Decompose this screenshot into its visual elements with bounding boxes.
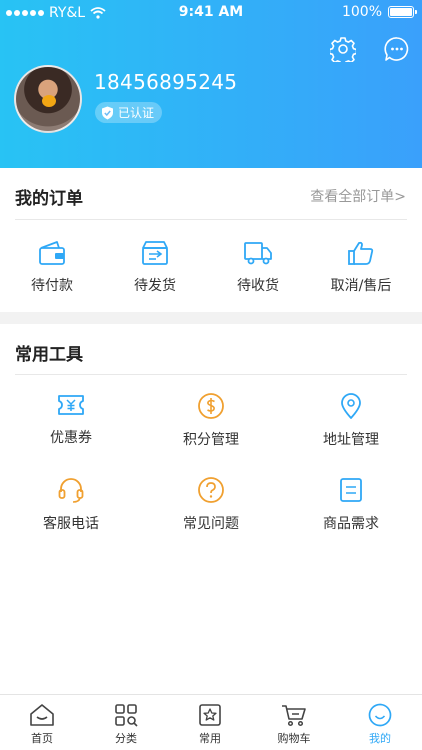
status-bar: RY&L 9:41 AM 100% (0, 0, 422, 26)
shield-check-icon (102, 106, 113, 119)
home-icon (30, 704, 54, 726)
tool-faq[interactable]: 常见问题 (166, 476, 256, 533)
tool-product-request[interactable]: 商品需求 (306, 476, 396, 533)
tool-item-label: 商品需求 (323, 516, 379, 532)
user-phone: 18456895245 (94, 70, 238, 94)
thumbs-up-icon (348, 241, 374, 265)
tools-title: 常用工具 (15, 345, 83, 365)
tool-item-label: 地址管理 (323, 432, 379, 448)
order-item-label: 待付款 (31, 278, 73, 294)
package-icon (142, 241, 168, 265)
wallet-icon (39, 241, 65, 265)
coupon-icon (58, 395, 84, 415)
tab-label: 首页 (31, 732, 53, 745)
tab-label: 常用 (199, 732, 221, 745)
order-pending-shipment[interactable]: 待发货 (110, 240, 200, 295)
tab-label: 购物车 (277, 732, 311, 745)
tool-coupon[interactable]: 优惠券 (26, 392, 116, 447)
tab-label: 分类 (115, 732, 137, 745)
document-icon (340, 478, 362, 502)
profile-header: RY&L 9:41 AM 100% 18456895245 已认证 (0, 0, 422, 168)
tab-cart[interactable]: 购物车 (252, 695, 336, 750)
order-item-label: 待发货 (134, 278, 176, 294)
settings-gear-icon[interactable] (330, 36, 356, 62)
orders-title: 我的订单 (15, 189, 83, 209)
battery-icon (388, 6, 417, 18)
tab-mine[interactable]: 我的 (338, 695, 422, 750)
view-all-orders-link[interactable]: 查看全部订单> (310, 186, 406, 206)
smile-icon (368, 703, 392, 727)
tab-home[interactable]: 首页 (0, 695, 84, 750)
verified-badge: 已认证 (95, 102, 163, 123)
tool-item-label: 优惠券 (50, 430, 92, 446)
tab-label: 我的 (369, 732, 391, 745)
orders-card: 我的订单 查看全部订单> 待付款 待发货 待收货 取消/售后 (0, 168, 422, 312)
order-item-label: 取消/售后 (330, 278, 392, 294)
battery-percent: 100% (341, 4, 382, 20)
orders-divider (15, 219, 407, 220)
avatar[interactable] (14, 65, 82, 133)
truck-icon (244, 242, 272, 265)
tool-points[interactable]: 积分管理 (166, 392, 256, 449)
tab-category[interactable]: 分类 (84, 695, 168, 750)
dollar-coin-icon (198, 393, 224, 419)
order-item-label: 待收货 (237, 278, 279, 294)
verified-label: 已认证 (118, 106, 155, 120)
order-pending-receipt[interactable]: 待收货 (213, 240, 303, 295)
question-icon (198, 477, 224, 503)
battery-area: 100% (341, 4, 417, 20)
tool-customer-service[interactable]: 客服电话 (26, 476, 116, 533)
order-pending-payment[interactable]: 待付款 (7, 240, 97, 295)
order-cancel-aftersale[interactable]: 取消/售后 (316, 240, 406, 295)
headset-icon (58, 478, 84, 503)
tab-common[interactable]: 常用 (168, 695, 252, 750)
tool-item-label: 常见问题 (183, 516, 239, 532)
tools-divider (15, 374, 407, 375)
category-icon (115, 704, 138, 727)
star-box-icon (199, 704, 221, 726)
bottom-tab-bar: 首页 分类 常用 购物车 我的 (0, 694, 422, 750)
tool-address[interactable]: 地址管理 (306, 392, 396, 449)
message-bubble-icon[interactable] (384, 36, 410, 62)
tool-item-label: 积分管理 (183, 432, 239, 448)
cart-icon (282, 705, 306, 727)
tools-card: 常用工具 优惠券 积分管理 地址管理 客服电话 常见问题 商品需求 (0, 324, 422, 694)
location-pin-icon (341, 393, 361, 419)
tool-item-label: 客服电话 (43, 516, 99, 532)
